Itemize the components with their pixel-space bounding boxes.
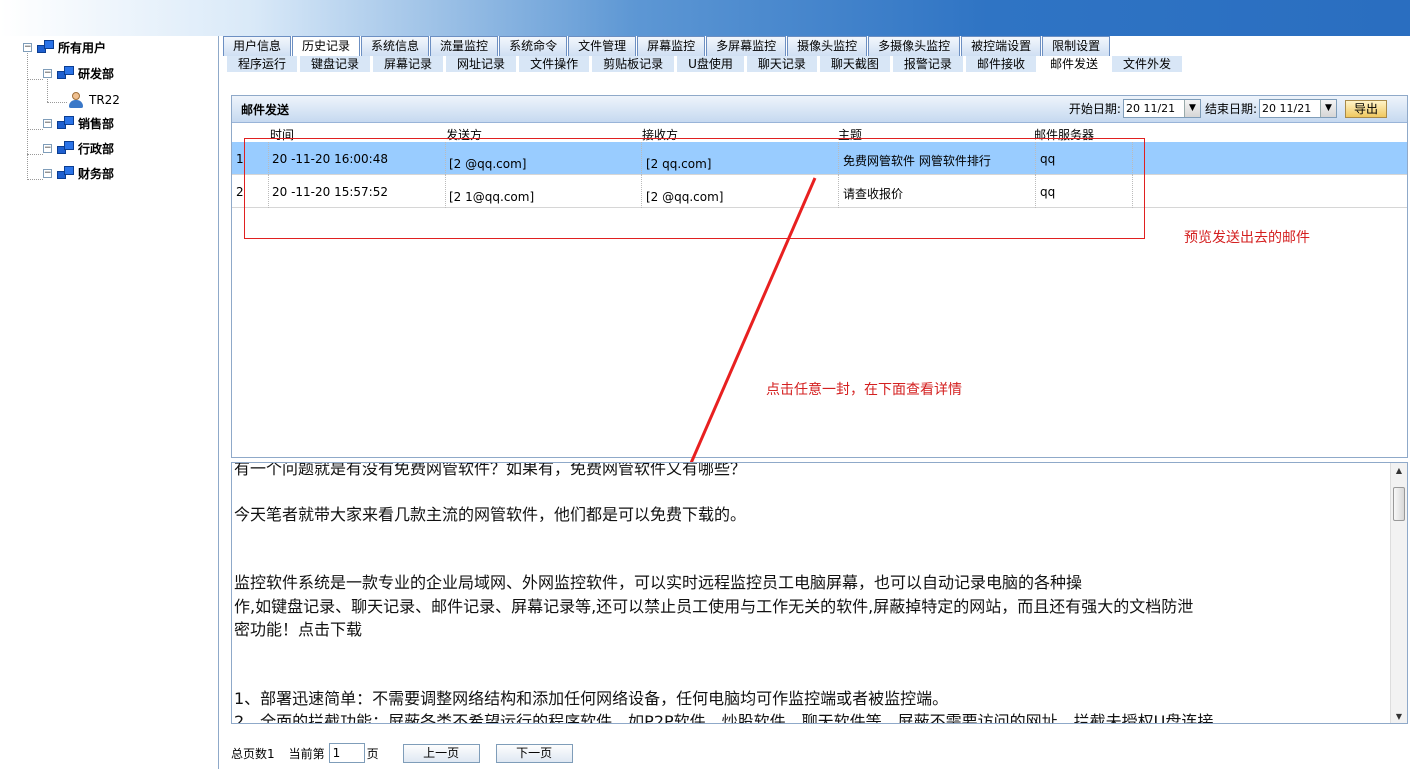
scroll-thumb[interactable] <box>1393 487 1405 521</box>
pager: 总页数1 当前第 1 页 上一页 下一页 <box>231 743 573 763</box>
preview-line: 作,如键盘记录、聊天记录、邮件记录、屏幕记录等,还可以禁止员工使用与工作无关的软… <box>234 597 1194 616</box>
preview-line: 今天笔者就带大家来看几款主流的网管软件，他们都是可以免费下载的。 <box>234 505 747 524</box>
current-page-input[interactable]: 1 <box>328 743 365 763</box>
preview-line: 1、部署迅速简单：不需要调整网络结构和添加任何网络设备，任何电脑均可作监控端或者… <box>234 689 949 708</box>
page-suffix: 页 <box>366 746 379 761</box>
current-page-label: 当前第 <box>288 746 325 761</box>
preview-line: 密功能！点击下载 <box>234 620 363 639</box>
preview-line: 2、全面的拦截功能：屏蔽各类不希望运行的程序软件，如P2P软件、炒股软件、聊天软… <box>234 712 1214 724</box>
prev-page-button[interactable]: 上一页 <box>402 743 480 763</box>
preview-line: 监控软件系统是一款专业的企业局域网、外网监控软件，可以实时远程监控员工电脑屏幕，… <box>234 573 1083 592</box>
scroll-up-icon[interactable]: ▲ <box>1391 463 1407 479</box>
total-pages: 总页数1 <box>231 746 275 761</box>
preview-scrollbar[interactable]: ▲ ▼ <box>1390 463 1407 723</box>
mail-preview-pane[interactable]: 有一个问题就是有没有免费网管软件？如果有，免费网管软件又有哪些？ 今天笔者就带大… <box>231 462 1408 724</box>
scroll-down-icon[interactable]: ▼ <box>1391 709 1407 723</box>
next-page-button[interactable]: 下一页 <box>495 743 573 763</box>
preview-line: 有一个问题就是有没有免费网管软件？如果有，免费网管软件又有哪些？ <box>234 462 747 478</box>
